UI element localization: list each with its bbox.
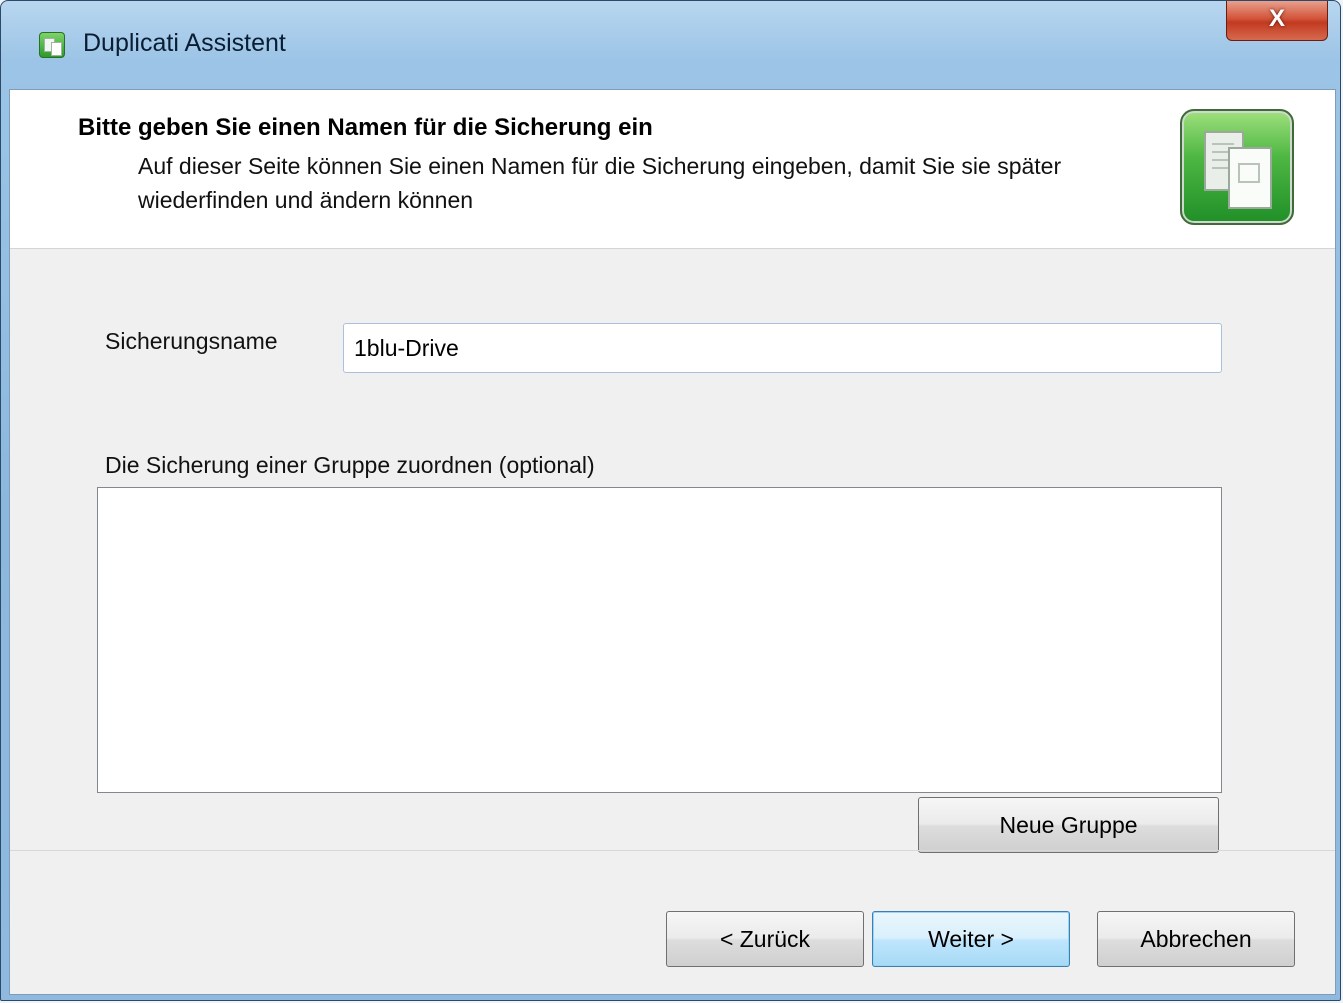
title-bar[interactable]: Duplicati Assistent X	[1, 1, 1340, 89]
group-tree-list[interactable]	[97, 487, 1222, 793]
duplicati-app-icon	[39, 32, 65, 58]
new-group-button[interactable]: Neue Gruppe	[918, 797, 1219, 853]
group-assign-label: Die Sicherung einer Gruppe zuordnen (opt…	[105, 452, 595, 478]
wizard-header: Bitte geben Sie einen Namen für die Sich…	[10, 90, 1335, 249]
window-title: Duplicati Assistent	[83, 29, 286, 57]
back-button[interactable]: < Zurück	[666, 911, 864, 967]
backup-name-label: Sicherungsname	[105, 328, 278, 354]
close-button[interactable]: X	[1226, 1, 1328, 41]
backup-name-input[interactable]	[343, 323, 1222, 373]
page-description: Auf dieser Seite können Sie einen Namen …	[138, 153, 1062, 213]
document-front-icon	[1228, 147, 1272, 209]
wizard-window: Duplicati Assistent X Bitte geben Sie ei…	[0, 0, 1341, 1001]
page-title: Bitte geben Sie einen Namen für die Sich…	[78, 114, 653, 141]
wizard-content: Bitte geben Sie einen Namen für die Sich…	[9, 89, 1336, 995]
close-icon: X	[1268, 5, 1285, 32]
documents-icon	[1180, 109, 1294, 225]
footer-divider	[10, 850, 1335, 851]
next-button[interactable]: Weiter >	[872, 911, 1070, 967]
cancel-button[interactable]: Abbrechen	[1097, 911, 1295, 967]
